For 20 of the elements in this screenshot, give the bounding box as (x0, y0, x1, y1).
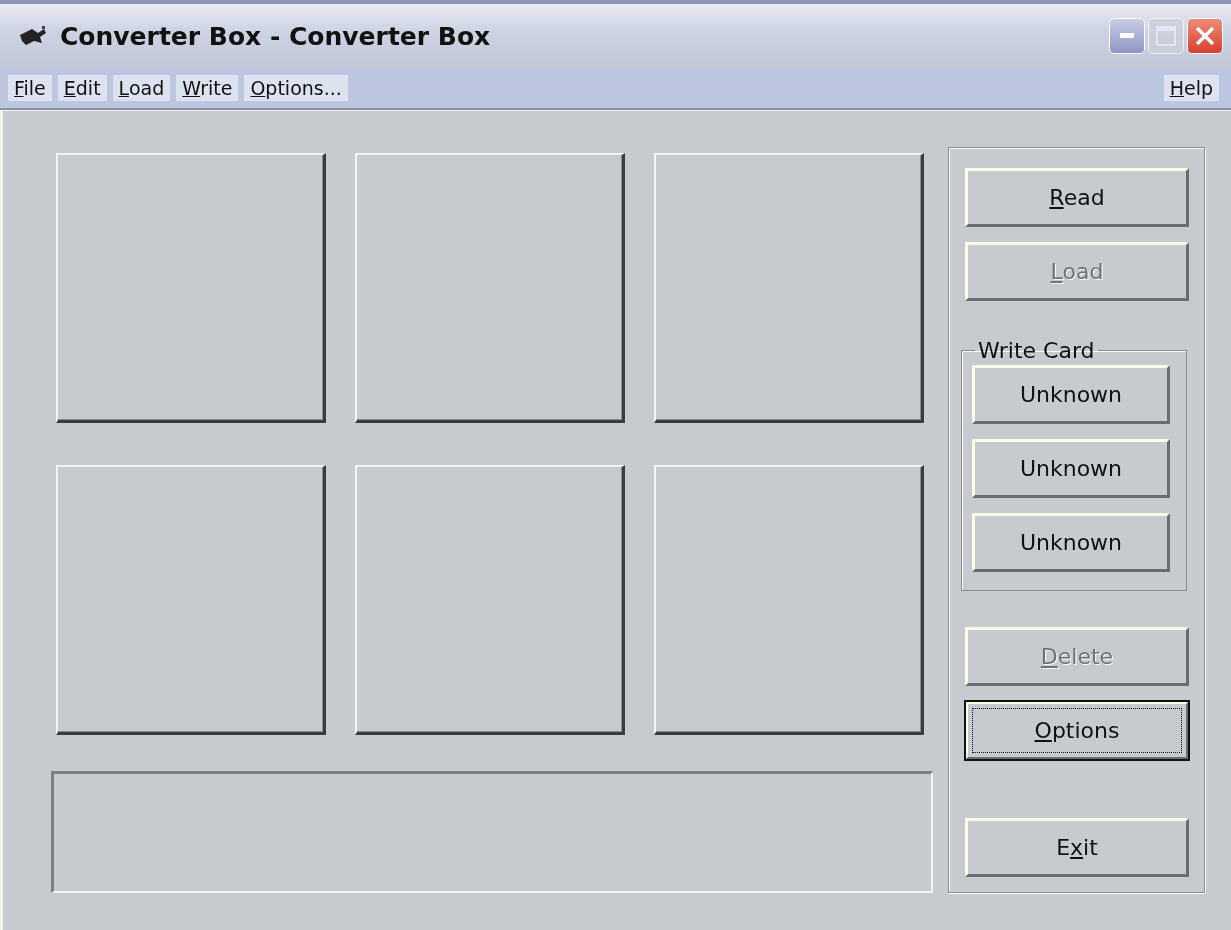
close-icon (1194, 25, 1216, 47)
exit-button[interactable]: Exit (965, 818, 1189, 877)
write-card-button[interactable]: Unknown (972, 513, 1170, 572)
menu-item[interactable]: Options... (244, 75, 348, 101)
group-title: Write Card (977, 338, 1096, 363)
write-card-button[interactable]: Unknown (972, 439, 1170, 498)
menu-item[interactable]: Load (112, 75, 171, 101)
minimize-icon (1120, 33, 1134, 39)
menu-item[interactable]: Edit (57, 75, 107, 101)
menu-item[interactable]: Write (176, 75, 239, 101)
write-card-button[interactable]: Unknown (972, 365, 1170, 424)
help-menu[interactable]: Help (1163, 75, 1219, 101)
maximize-icon (1156, 26, 1176, 46)
action-button[interactable]: Options (965, 701, 1189, 760)
minimize-button[interactable] (1109, 18, 1145, 54)
menu-item[interactable]: File (8, 75, 52, 101)
window-title: Converter Box - Converter Box (60, 21, 492, 51)
action-button[interactable]: Read (965, 168, 1189, 227)
app-icon (18, 25, 48, 47)
close-button[interactable] (1187, 18, 1223, 54)
